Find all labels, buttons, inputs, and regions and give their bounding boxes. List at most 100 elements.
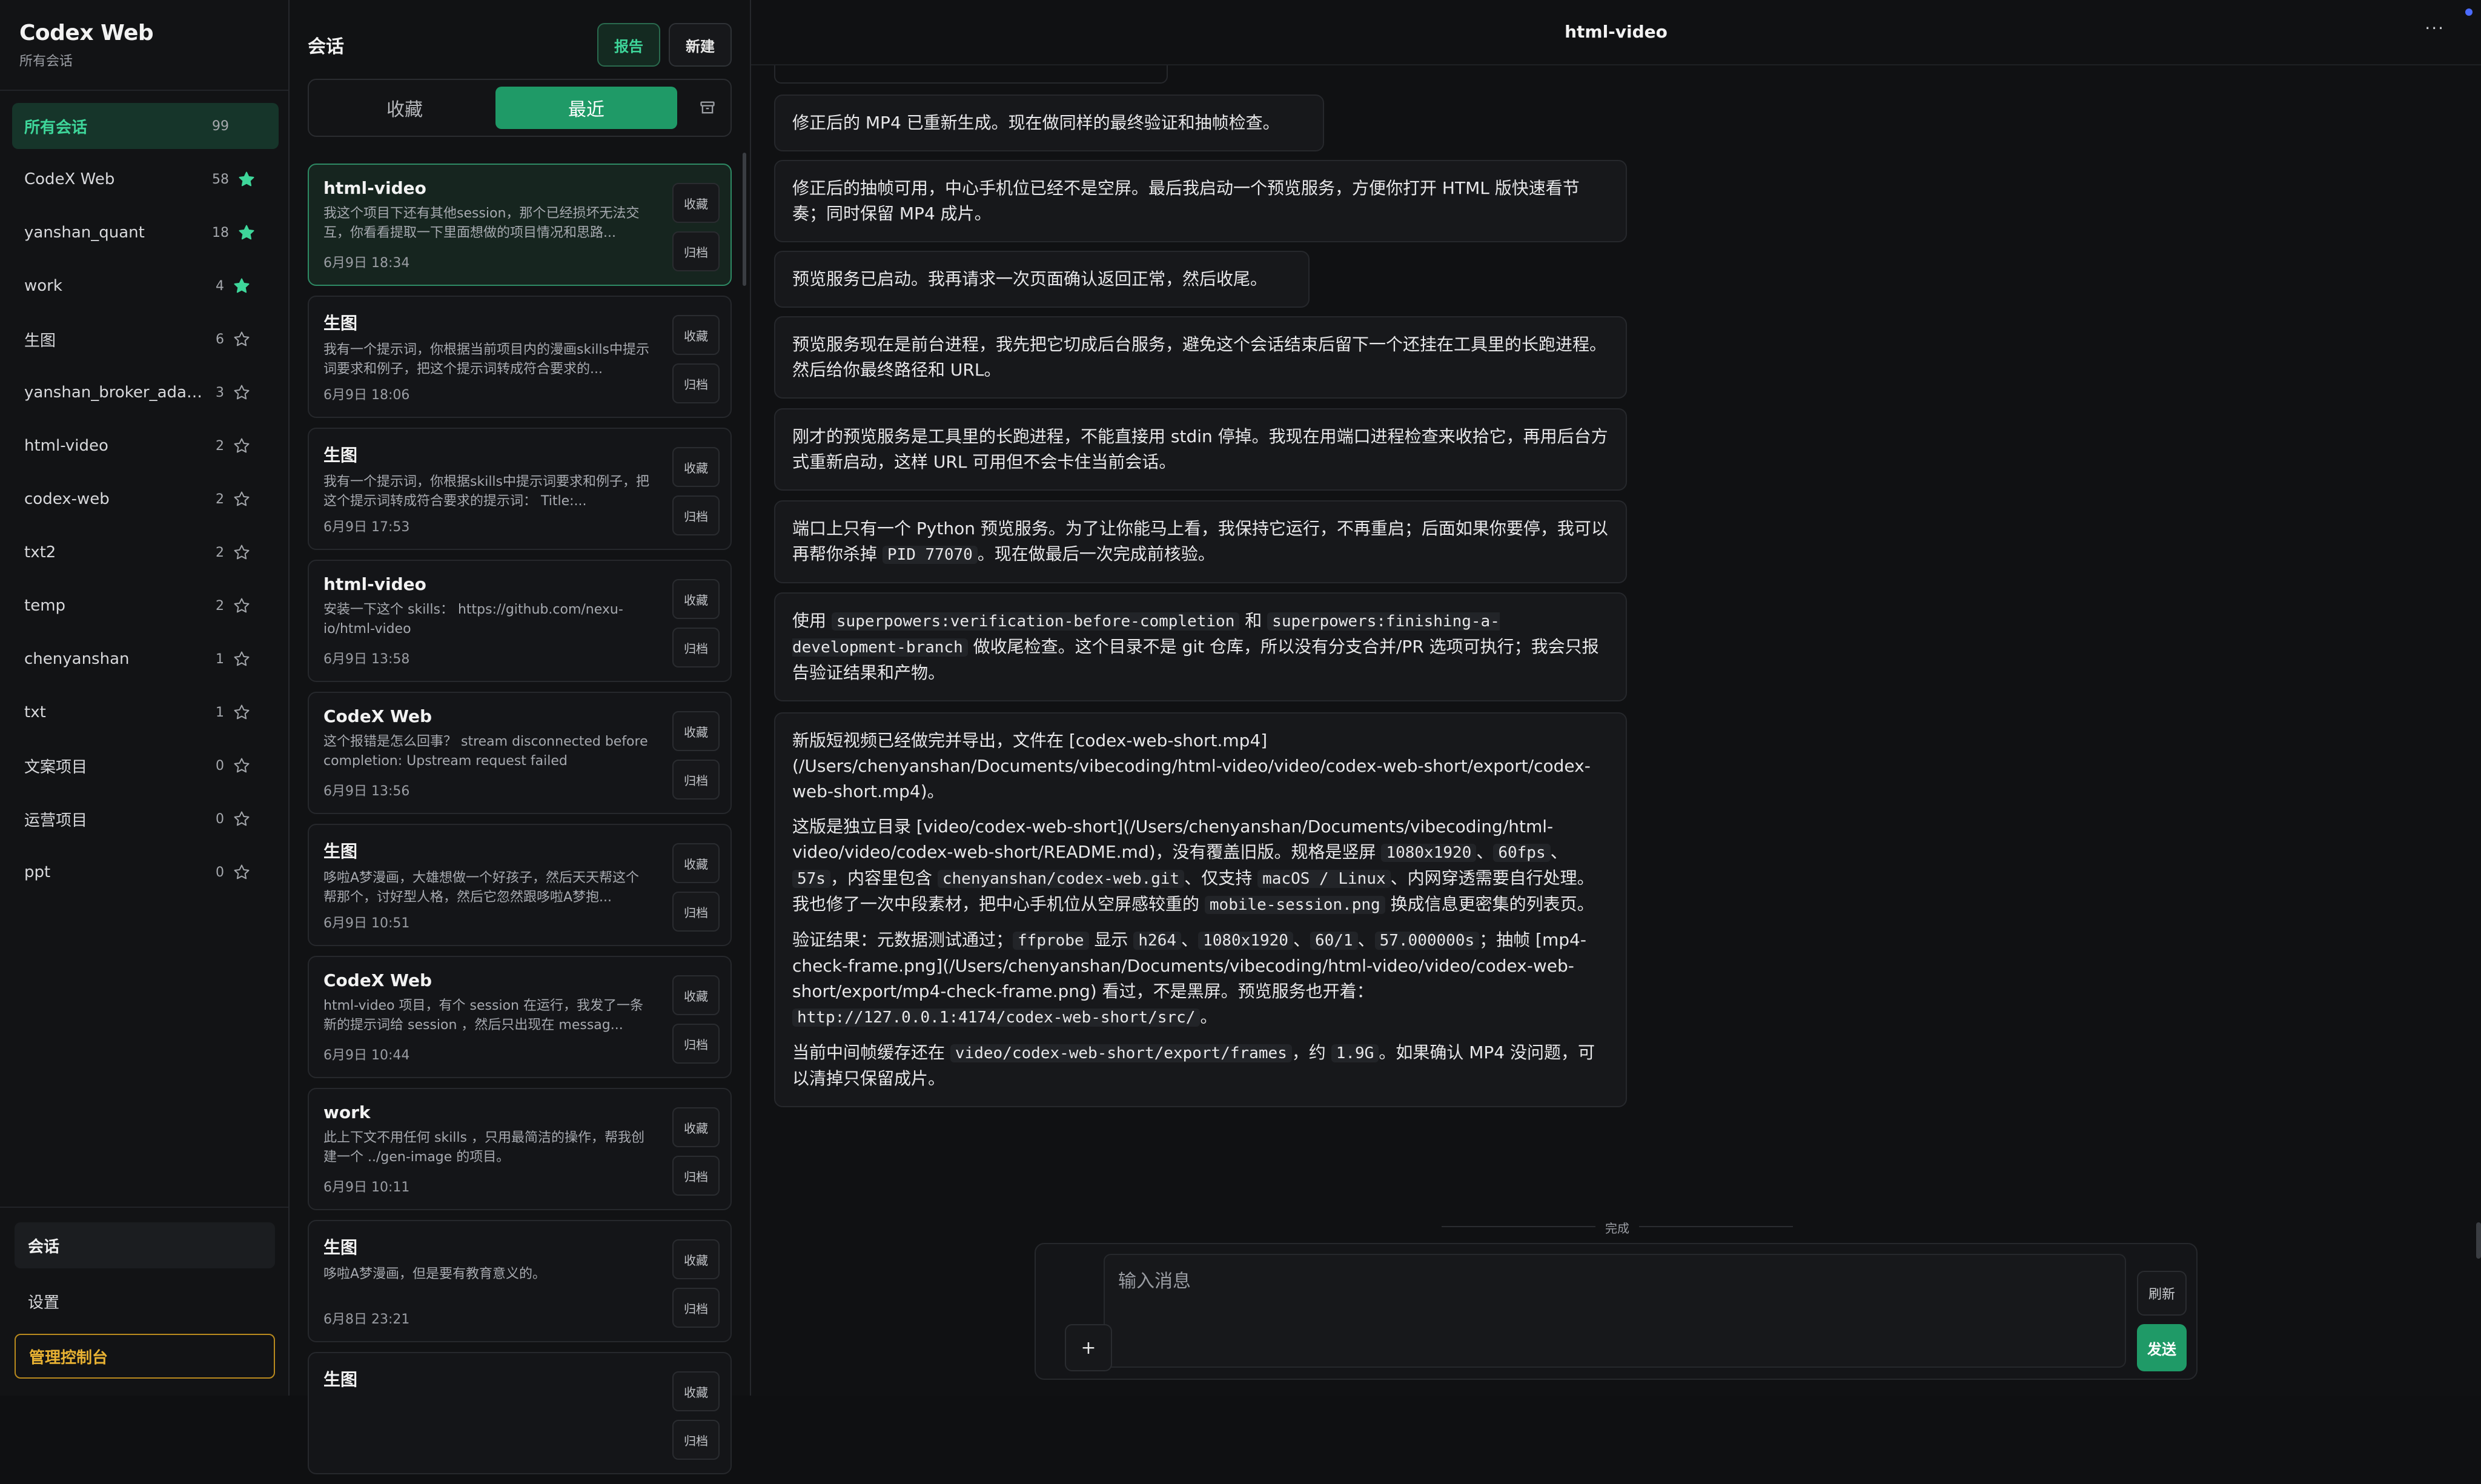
session-favorite-button[interactable]: 收藏	[672, 975, 720, 1015]
star-outline-icon[interactable]	[233, 703, 251, 721]
nav-settings[interactable]: 设置	[15, 1278, 275, 1324]
message-text: 显示	[1088, 930, 1134, 950]
sidebar-item-category[interactable]: yanshan_quant 18	[12, 210, 279, 256]
session-title: 生图	[323, 445, 358, 465]
sidebar-item-label: chenyanshan	[24, 650, 130, 668]
session-archive-button[interactable]: 归档	[672, 231, 720, 271]
separator: 、	[1550, 842, 1568, 862]
session-card[interactable]: 生图 收藏 归档	[308, 1352, 732, 1474]
sidebar-item-category[interactable]: codex-web 2	[12, 476, 279, 522]
session-card[interactable]: html-video 我这个项目下还有其他session，那个已经损坏无法交互，你…	[308, 164, 732, 286]
session-favorite-button[interactable]: 收藏	[672, 1107, 720, 1147]
message-text: 当前中间帧缓存还在	[792, 1042, 950, 1062]
session-archive-button[interactable]: 归档	[672, 495, 720, 535]
session-card[interactable]: 生图 哆啦A梦漫画，但是要有教育意义的。 6月8日 23:21 收藏 归档	[308, 1220, 732, 1342]
star-filled-icon[interactable]	[233, 277, 251, 295]
new-session-button[interactable]: 新建	[669, 23, 732, 67]
sidebar-item-label: txt	[24, 703, 46, 721]
session-favorite-button[interactable]: 收藏	[672, 843, 720, 883]
sidebar-item-count: 3	[216, 385, 224, 400]
session-archive-button[interactable]: 归档	[672, 760, 720, 800]
report-button[interactable]: 报告	[597, 23, 660, 67]
session-favorite-button[interactable]: 收藏	[672, 315, 720, 355]
more-options-icon[interactable]: ···	[2425, 18, 2445, 38]
session-title: 生图	[323, 841, 358, 861]
sidebar-item-category[interactable]: html-video 2	[12, 423, 279, 469]
sidebar-item-category[interactable]: yanshan_broker_adapt... 3	[12, 369, 279, 416]
sidebar-item-category[interactable]: CodeX Web 58	[12, 156, 279, 202]
nav-admin-console[interactable]: 管理控制台	[15, 1334, 275, 1379]
session-list-scrollbar[interactable]	[743, 153, 746, 286]
sidebar-item-count: 4	[216, 278, 224, 294]
sidebar-item-category[interactable]: txt2 2	[12, 529, 279, 575]
star-filled-icon[interactable]	[237, 170, 256, 188]
session-card[interactable]: 生图 哆啦A梦漫画，大雄想做一个好孩子，然后天天帮这个帮那个，讨好型人格，然后它忽…	[308, 824, 732, 946]
status-dot	[2465, 8, 2473, 16]
session-card[interactable]: work 此上下文不用任何 skills ，只用最简洁的操作，帮我创建一个 ../…	[308, 1088, 732, 1210]
inline-code: h264	[1133, 932, 1182, 950]
sidebar-item-category[interactable]: chenyanshan 1	[12, 636, 279, 682]
done-label: 完成	[1605, 1221, 1629, 1236]
session-archive-button[interactable]: 归档	[672, 1024, 720, 1064]
sidebar-item-category[interactable]: 所有会话 99	[12, 103, 279, 149]
session-favorite-button[interactable]: 收藏	[672, 183, 720, 223]
done-divider-left	[1442, 1226, 1595, 1227]
message-text: 、仅支持	[1184, 868, 1258, 888]
sidebar-item-category[interactable]: work 4	[12, 263, 279, 309]
star-outline-icon[interactable]	[233, 490, 251, 508]
attach-plus-button[interactable]: +	[1065, 1324, 1112, 1371]
session-favorite-button[interactable]: 收藏	[672, 447, 720, 487]
star-outline-icon[interactable]	[233, 437, 251, 455]
refresh-button[interactable]: 刷新	[2137, 1271, 2187, 1316]
sidebar-item-category[interactable]: temp 2	[12, 583, 279, 629]
sidebar-item-category[interactable]: 生图 6	[12, 316, 279, 362]
sidebar-item-category[interactable]: txt 1	[12, 689, 279, 735]
session-card[interactable]: CodeX Web 这个报错是怎么回事？ stream disconnected …	[308, 692, 732, 814]
send-button[interactable]: 发送	[2137, 1324, 2187, 1371]
star-outline-icon[interactable]	[233, 650, 251, 668]
session-timestamp: 6月9日 10:11	[323, 1180, 410, 1195]
sidebar-item-label: 生图	[24, 331, 56, 350]
chat-title: html-video	[1565, 22, 1668, 42]
star-outline-icon[interactable]	[233, 330, 251, 348]
star-outline-icon[interactable]	[233, 543, 251, 561]
session-card[interactable]: 生图 我有一个提示词，你根据skills中提示词要求和例子，把这个提示词转成符合要…	[308, 428, 732, 550]
star-filled-icon[interactable]	[237, 224, 256, 242]
session-favorite-button[interactable]: 收藏	[672, 579, 720, 619]
tab-recent[interactable]: 最近	[495, 87, 677, 129]
star-outline-icon[interactable]	[233, 383, 251, 402]
message-bubble: 预览服务已启动。我再请求一次页面确认返回正常，然后收尾。	[774, 251, 1310, 308]
session-timestamp: 6月9日 13:56	[323, 784, 410, 799]
session-archive-button[interactable]: 归档	[672, 628, 720, 667]
star-outline-icon[interactable]	[233, 863, 251, 881]
session-favorite-button[interactable]: 收藏	[672, 1239, 720, 1279]
message-input[interactable]: 输入消息	[1104, 1254, 2126, 1368]
star-outline-icon[interactable]	[233, 757, 251, 775]
session-archive-button[interactable]: 归档	[672, 363, 720, 403]
sidebar-item-category[interactable]: 文案项目 0	[12, 743, 279, 789]
sidebar-item-category[interactable]: ppt 0	[12, 849, 279, 895]
inline-code: chenyanshan/codex-web.git	[937, 870, 1185, 888]
session-archive-button[interactable]: 归档	[672, 1288, 720, 1328]
session-card[interactable]: 生图 我有一个提示词，你根据当前项目内的漫画skills中提示词要求和例子，把这个…	[308, 296, 732, 418]
session-favorite-button[interactable]: 收藏	[672, 1371, 720, 1411]
session-snippet: 我这个项目下还有其他session，那个已经损坏无法交互，你看看提取一下里面想做…	[323, 206, 640, 240]
nav-sessions[interactable]: 会话	[15, 1222, 275, 1268]
session-favorite-button[interactable]: 收藏	[672, 711, 720, 751]
message-bubble: 修正后的抽帧可用，中心手机位已经不是空屏。最后我启动一个预览服务，方便你打开 H…	[774, 160, 1627, 242]
sidebar-item-label: work	[24, 277, 62, 295]
session-archive-button[interactable]: 归档	[672, 1156, 720, 1196]
chat-scrollbar[interactable]	[2476, 1222, 2481, 1259]
session-card[interactable]: html-video 安装一下这个 skills： https://github.…	[308, 560, 732, 682]
inline-code: PID 77070	[882, 546, 978, 564]
sidebar-item-category[interactable]: 运营项目 0	[12, 796, 279, 842]
session-archive-button[interactable]: 归档	[672, 892, 720, 932]
archive-box-icon[interactable]	[695, 96, 720, 120]
star-outline-icon[interactable]	[233, 597, 251, 615]
star-outline-icon[interactable]	[233, 810, 251, 828]
session-archive-button[interactable]: 归档	[672, 1420, 720, 1460]
session-card[interactable]: CodeX Web html-video 项目，有个 session 在运行，我发…	[308, 956, 732, 1078]
tab-favorites[interactable]: 收藏	[314, 87, 495, 129]
session-title: html-video	[323, 178, 426, 198]
inline-code-url[interactable]: http://127.0.0.1:4174/codex-web-short/sr…	[792, 1009, 1201, 1027]
